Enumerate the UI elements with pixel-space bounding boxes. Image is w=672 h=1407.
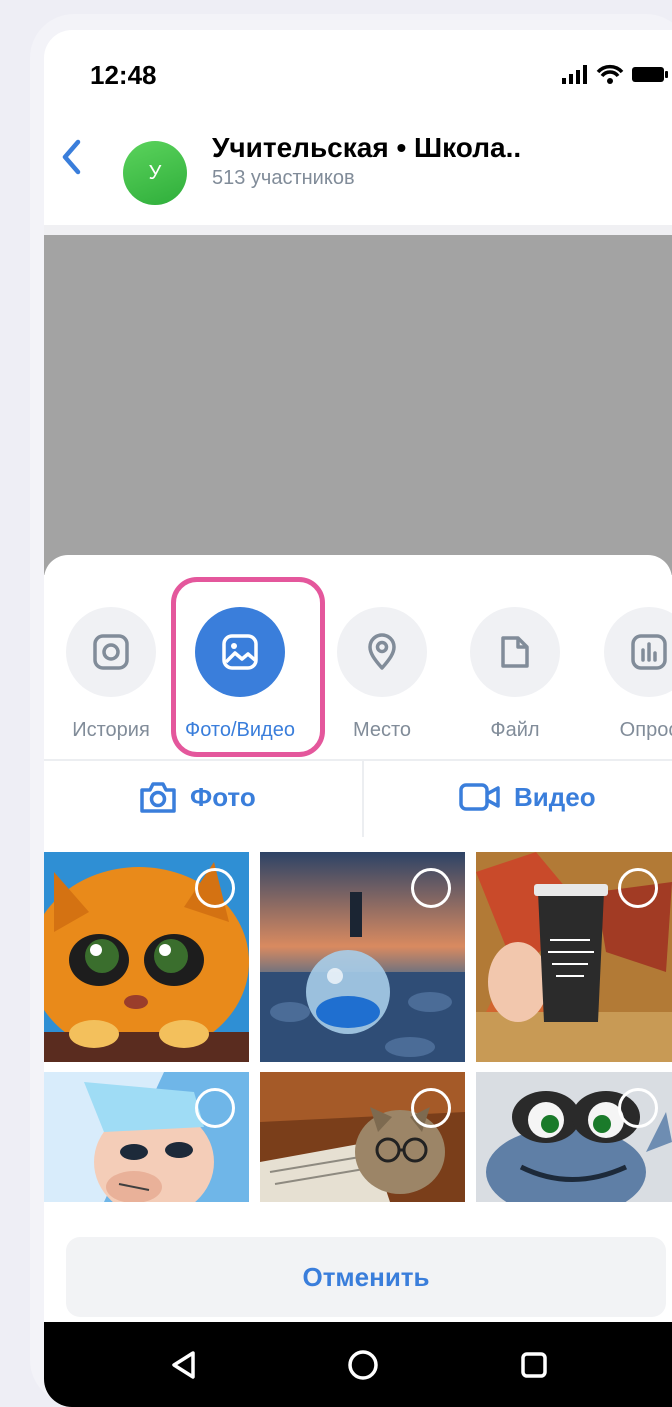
status-icons <box>562 64 668 84</box>
screen: 12:48 У Учительская • Школа.. 513 участн… <box>44 30 672 1407</box>
file-icon <box>501 636 529 668</box>
photo-button-label: Фото <box>190 781 256 812</box>
attach-option-poll[interactable]: Опрос <box>604 607 672 741</box>
signal-icon <box>562 78 566 84</box>
gallery-thumbnail[interactable] <box>44 852 249 1062</box>
attach-option-file[interactable]: Файл <box>470 607 560 741</box>
divider <box>44 759 672 761</box>
recent-apps-square-icon[interactable] <box>518 1349 550 1381</box>
highlight-frame <box>171 577 325 757</box>
system-nav-bar <box>44 1322 672 1407</box>
select-circle[interactable] <box>411 868 451 908</box>
select-circle[interactable] <box>411 1088 451 1128</box>
attach-option-place[interactable]: Место <box>337 607 427 741</box>
gallery-thumbnail[interactable] <box>476 852 672 1062</box>
select-circle[interactable] <box>618 1088 658 1128</box>
gallery-thumbnail[interactable] <box>260 852 465 1062</box>
poll-icon <box>631 634 667 670</box>
select-circle[interactable] <box>195 1088 235 1128</box>
divider <box>362 759 364 837</box>
attach-label-file: Файл <box>490 719 540 741</box>
chevron-left-icon <box>62 139 81 175</box>
photo-camera-button[interactable]: Фото <box>138 775 256 819</box>
chat-member-count: 513 участников <box>212 167 355 189</box>
status-time: 12:48 <box>90 60 157 90</box>
video-button-label: Видео <box>514 781 596 812</box>
header-divider <box>44 225 672 235</box>
select-circle[interactable] <box>195 868 235 908</box>
video-camera-button[interactable]: Видео <box>458 775 596 819</box>
story-camera-icon <box>93 634 129 670</box>
battery-icon <box>632 67 664 82</box>
media-preview-area <box>44 235 672 575</box>
video-camera-icon <box>459 783 500 811</box>
attach-label-story: История <box>72 719 150 741</box>
camera-icon <box>140 782 176 813</box>
gallery-thumbnail[interactable] <box>44 1072 249 1202</box>
home-circle-icon[interactable] <box>346 1348 380 1382</box>
back-triangle-icon[interactable] <box>167 1348 201 1382</box>
attach-label-place: Место <box>352 719 412 741</box>
gallery-thumbnail[interactable] <box>260 1072 465 1202</box>
gallery-thumbnail[interactable] <box>476 1072 672 1202</box>
attach-label-poll: Опрос <box>619 719 672 741</box>
back-button[interactable] <box>54 132 90 182</box>
attach-sheet: История Фото/Видео Место Файл Опро Фото … <box>44 555 672 1407</box>
avatar[interactable]: У <box>123 141 187 205</box>
attach-option-story[interactable]: История <box>66 607 156 741</box>
location-pin-icon <box>368 633 396 670</box>
select-circle[interactable] <box>618 868 658 908</box>
chat-title[interactable]: Учительская • Школа.. <box>212 132 521 164</box>
cancel-button[interactable]: Отменить <box>66 1237 666 1317</box>
wifi-icon <box>596 64 624 84</box>
